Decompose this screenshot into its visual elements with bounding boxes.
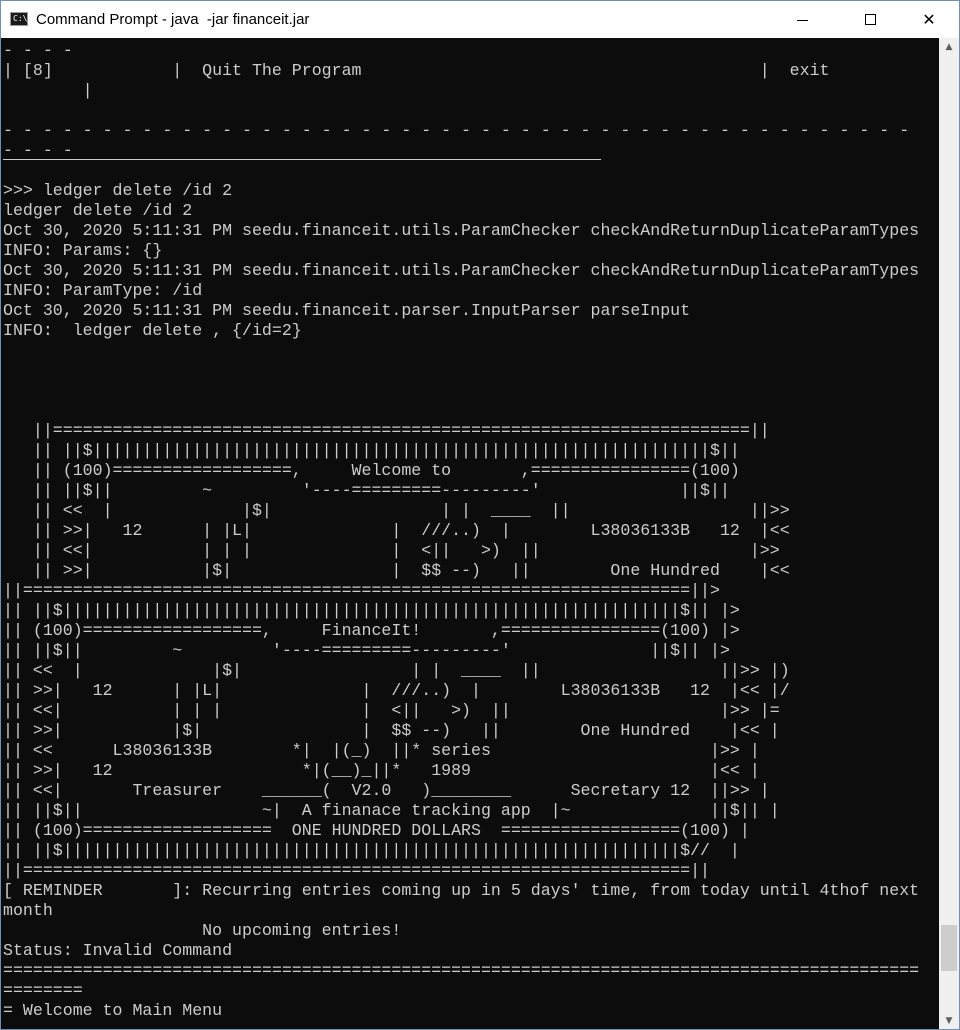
console-line: Status: Invalid Command [3, 941, 233, 960]
title-bar[interactable]: C:\ Command Prompt - java -jar financeit… [1, 1, 959, 38]
console-line: >>> ledger delete /id 2 [3, 181, 233, 200]
console-line: || >>| |$| | $$ --) || One Hundred |<< [3, 561, 790, 580]
console-line: ||======================================… [3, 421, 770, 440]
console-line: || >>| |$| | $$ --) || One Hundred |<< | [3, 721, 780, 740]
console-line: ledger delete /id 2 [3, 201, 193, 220]
console-line: || ||$|| ~| A finanace tracking app |~ |… [3, 801, 780, 820]
console-line: INFO: ledger delete , {/id=2} [3, 321, 302, 340]
console-line: || >>| 12 | |L| | ///..) | L38036133B 12… [3, 521, 790, 540]
console-line: || <<| | | | | <|| >) || |>> |= [3, 701, 780, 720]
console-line: = Welcome to Main Menu [3, 1001, 223, 1020]
console-line: || ||$||||||||||||||||||||||||||||||||||… [3, 441, 740, 460]
console-line: || ||$||||||||||||||||||||||||||||||||||… [3, 601, 740, 620]
maximize-icon [864, 14, 876, 25]
console-line: || ||$||||||||||||||||||||||||||||||||||… [3, 841, 740, 860]
minimize-icon [796, 20, 808, 21]
minimize-button[interactable] [779, 1, 825, 38]
console-line: || << | |$| | | ____ || ||>> [3, 501, 790, 520]
close-icon: ✕ [922, 10, 936, 29]
close-button[interactable]: ✕ [906, 1, 952, 38]
console-line: || <<| | | | | <|| >) || |>> [3, 541, 780, 560]
console-line: Oct 30, 2020 5:11:31 PM seedu.financeit.… [3, 261, 920, 280]
console-lines: - - - - | [8] | Quit The Program | exit |… [3, 41, 919, 1021]
console-line: || (100)==================, Welcome to ,… [3, 461, 740, 480]
console-output[interactable]: - - - - | [8] | Quit The Program | exit |… [1, 38, 939, 1029]
console-line: ||======================================… [3, 861, 711, 880]
maximize-button[interactable] [847, 1, 893, 38]
console-line: || <<| Treasurer ______( V2.0 )________ … [3, 781, 770, 800]
console-line: INFO: ParamType: /id [3, 281, 203, 300]
console-line: || << | |$| | | ____ || ||>> |) [3, 661, 790, 680]
console-line: || << L38036133B *| |(_) ||* series |>> … [3, 741, 760, 760]
console-line: || ||$|| ~ '----=========---------' ||$|… [3, 481, 730, 500]
console-line: - - - - [3, 41, 73, 60]
console-line: ========================================… [3, 961, 920, 980]
console-line: month [3, 901, 53, 920]
scroll-down-arrow-icon[interactable]: ▼ [939, 1012, 959, 1029]
console-line: | [8] | Quit The Program | exit [3, 61, 830, 80]
vertical-scrollbar[interactable]: ▲ ▼ [939, 38, 959, 1029]
command-prompt-icon[interactable]: C:\ [10, 12, 28, 26]
console-line: || >>| 12 | |L| | ///..) | L38036133B 12… [3, 681, 790, 700]
console-line: || >>| 12 *|(__)_||* 1989 |<< | [3, 761, 760, 780]
console-line: || (100)=================== ONE HUNDRED … [3, 821, 750, 840]
console-line: | [3, 81, 93, 100]
console-line: INFO: Params: {} [3, 241, 163, 260]
console-line: - - - - - - - - - - - - - - - - - - - - … [3, 121, 910, 140]
scroll-thumb[interactable] [941, 925, 957, 971]
console-line: ======== [3, 981, 83, 1000]
command-prompt-window: C:\ Command Prompt - java -jar financeit… [0, 0, 960, 1030]
console-line: Oct 30, 2020 5:11:31 PM seedu.financeit.… [3, 221, 920, 240]
console-line: No upcoming entries! [3, 921, 402, 940]
console-line: [ REMINDER ]: Recurring entries coming u… [3, 881, 920, 900]
scroll-up-arrow-icon[interactable]: ▲ [939, 38, 959, 55]
console-line: ||======================================… [3, 581, 720, 600]
window-title: Command Prompt - java -jar financeit.jar [36, 11, 310, 28]
console-line: || ||$|| ~ '----=========---------' ||$|… [3, 641, 730, 660]
input-underline [3, 159, 601, 160]
console-line: - - - - [3, 141, 73, 160]
console-line: Oct 30, 2020 5:11:31 PM seedu.financeit.… [3, 301, 691, 320]
console-line: || (100)==================, FinanceIt! ,… [3, 621, 740, 640]
